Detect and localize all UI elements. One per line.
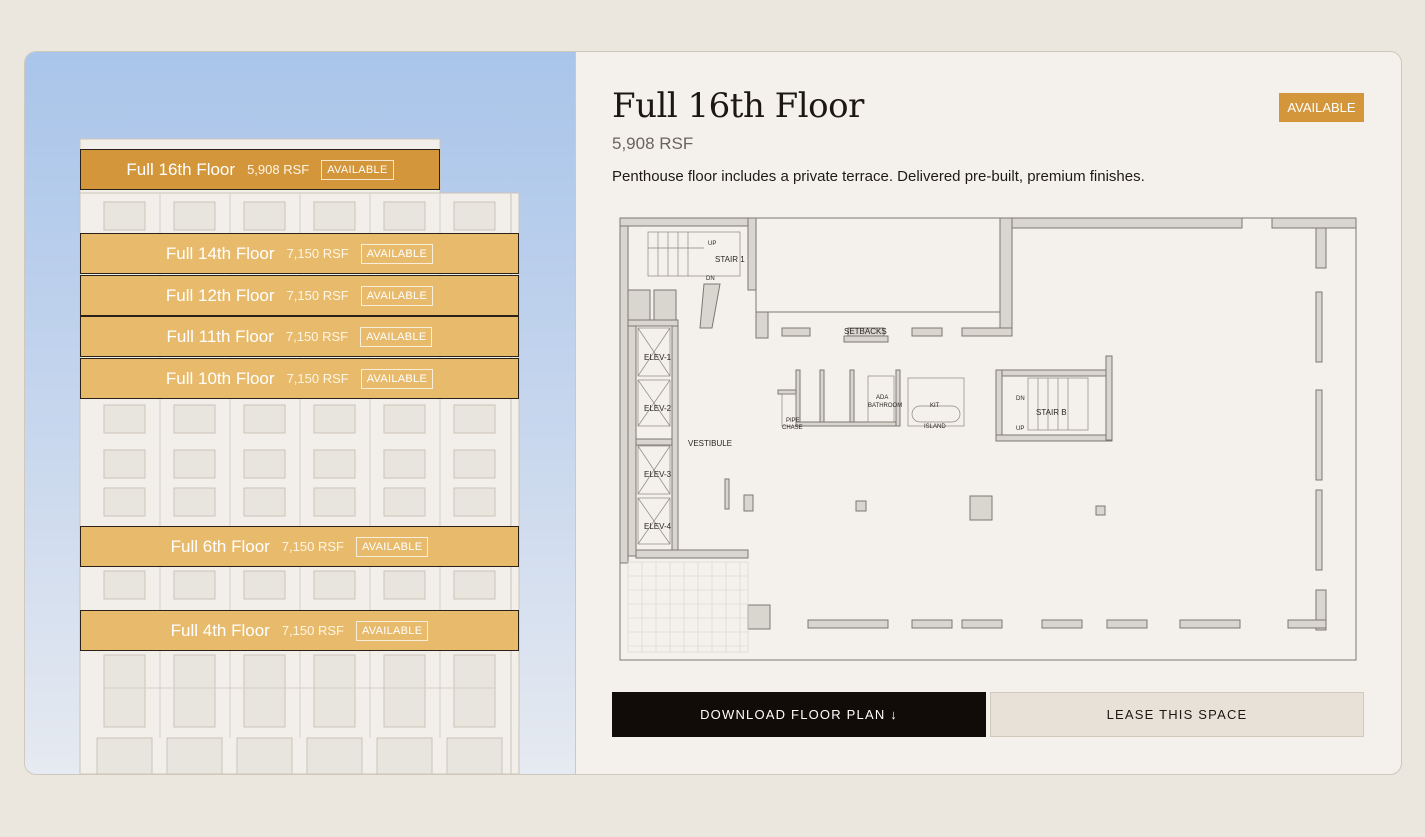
building-elevation: Full 16th Floor 5,908 RSF AVAILABLE Full… — [25, 52, 576, 774]
floor-band-status: AVAILABLE — [360, 243, 434, 264]
floor-band-name: Full 12th Floor — [165, 285, 275, 305]
floor-card: Full 16th Floor 5,908 RSF AVAILABLE Full… — [24, 51, 1402, 775]
plan-label-elev4: ELEV-4 — [644, 522, 672, 531]
plan-label-vestibule: VESTIBULE — [688, 439, 732, 448]
floor-band-status: AVAILABLE — [360, 326, 433, 347]
floor-band-16[interactable]: Full 16th Floor 5,908 RSF AVAILABLE — [80, 149, 440, 190]
floor-band-rsf: 7,150 RSF — [286, 246, 349, 261]
lease-this-space-button[interactable]: LEASE THIS SPACE — [990, 692, 1364, 737]
floor-band-rsf: 7,150 RSF — [285, 329, 349, 344]
floor-band-rsf: 7,150 RSF — [281, 623, 344, 638]
download-floor-plan-button[interactable]: DOWNLOAD FLOOR PLAN ↓ — [612, 692, 986, 737]
status-badge: AVAILABLE — [1279, 93, 1364, 122]
plan-label-bathroom: BATHROOM — [868, 403, 902, 409]
plan-label-ada: ADA — [876, 395, 888, 401]
floor-band-14[interactable]: Full 14th Floor 7,150 RSF AVAILABLE — [80, 233, 519, 274]
floor-detail-panel: Full 16th Floor 5,908 RSF AVAILABLE Pent… — [576, 52, 1401, 774]
floor-description: Penthouse floor includes a private terra… — [612, 168, 1145, 185]
floor-band-rsf: 5,908 RSF — [247, 162, 310, 177]
floor-band-11[interactable]: Full 11th Floor 7,150 RSF AVAILABLE — [80, 316, 519, 357]
floor-band-name: Full 14th Floor — [165, 243, 275, 263]
plan-label-elev3: ELEV-3 — [644, 470, 672, 479]
floor-band-status: AVAILABLE — [360, 285, 434, 306]
plan-label-island: ISLAND — [924, 424, 946, 430]
plan-label-chase: CHASE — [782, 425, 803, 431]
floor-band-status: AVAILABLE — [355, 620, 429, 641]
floor-band-10[interactable]: Full 10th Floor 7,150 RSF AVAILABLE — [80, 358, 519, 399]
floor-band-name: Full 4th Floor — [170, 620, 270, 640]
plan-label-setbacks: SETBACKS — [844, 327, 887, 336]
plan-label-up-b: UP — [1016, 426, 1024, 432]
plan-label-pipe: PIPE — [786, 418, 800, 424]
floor-band-rsf: 7,150 RSF — [286, 288, 349, 303]
floor-band-status: AVAILABLE — [360, 368, 434, 389]
floor-band-status: AVAILABLE — [355, 536, 429, 557]
floor-rsf: 5,908 RSF — [612, 134, 694, 153]
floor-band-12[interactable]: Full 12th Floor 7,150 RSF AVAILABLE — [80, 275, 519, 316]
plan-label-stair1: STAIR 1 — [715, 255, 745, 264]
plan-label-stairb: STAIR B — [1036, 408, 1067, 417]
floor-band-name: Full 11th Floor — [166, 326, 274, 346]
plan-label-elev1: ELEV-1 — [644, 353, 672, 362]
floor-band-6[interactable]: Full 6th Floor 7,150 RSF AVAILABLE — [80, 526, 519, 567]
floor-band-name: Full 6th Floor — [170, 536, 270, 556]
floor-plan-drawing: UP DN STAIR 1 SETBACKS ELEV-1 ELEV-2 ELE… — [612, 210, 1366, 665]
plan-label-kit: KIT — [930, 403, 940, 409]
plan-label-elev2: ELEV-2 — [644, 404, 672, 413]
floor-title: Full 16th Floor — [612, 86, 864, 126]
floor-band-rsf: 7,150 RSF — [281, 539, 344, 554]
floor-band-name: Full 16th Floor — [126, 159, 236, 179]
floor-band-status: AVAILABLE — [321, 159, 394, 180]
floor-band-4[interactable]: Full 4th Floor 7,150 RSF AVAILABLE — [80, 610, 519, 651]
plan-label-dn: DN — [706, 276, 715, 282]
floor-band-rsf: 7,150 RSF — [286, 371, 349, 386]
plan-label-dn-b: DN — [1016, 396, 1025, 402]
floor-band-name: Full 10th Floor — [165, 368, 275, 388]
plan-label-up: UP — [708, 241, 716, 247]
